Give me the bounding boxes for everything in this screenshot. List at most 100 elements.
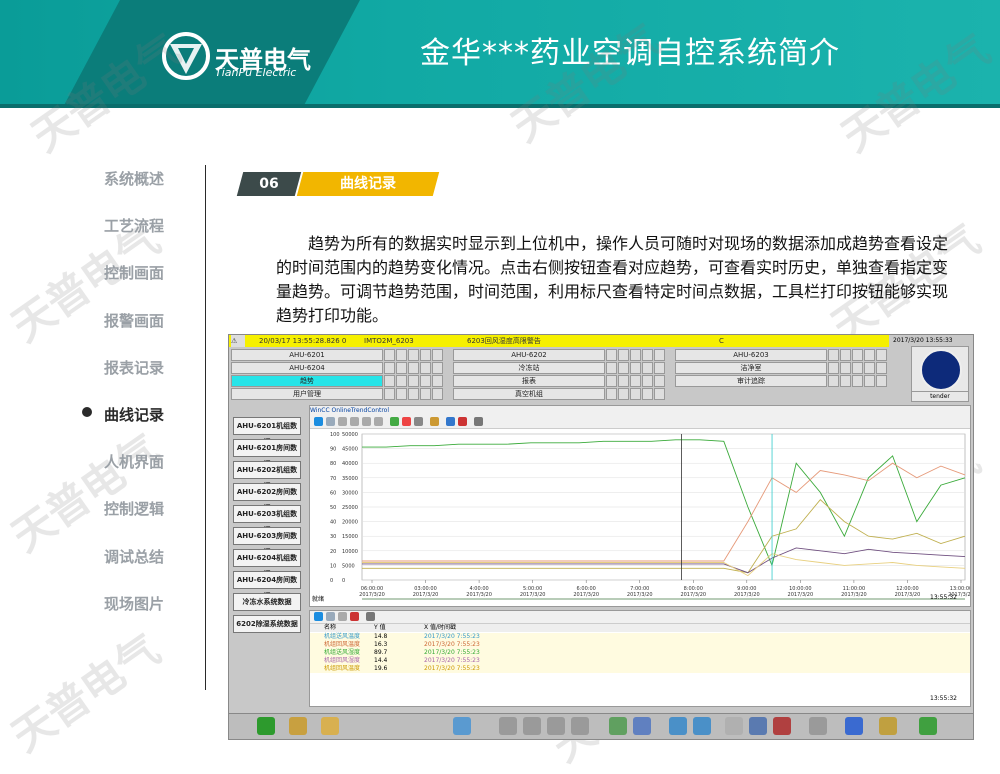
nav-square[interactable]: [828, 349, 839, 361]
first-icon[interactable]: [338, 417, 347, 426]
nav-square[interactable]: [618, 388, 629, 400]
folder-icon[interactable]: [289, 717, 307, 735]
forward-icon[interactable]: [693, 717, 711, 735]
open-icon[interactable]: [321, 717, 339, 735]
key-icon[interactable]: [879, 717, 897, 735]
sidebar-item-commissioning[interactable]: 调试总结: [104, 546, 204, 570]
nav-square[interactable]: [654, 388, 665, 400]
sidebar-item-overview[interactable]: 系统概述: [104, 168, 204, 192]
prev-icon[interactable]: [350, 417, 359, 426]
nav-square[interactable]: [642, 362, 653, 374]
nav-square[interactable]: [642, 349, 653, 361]
nav-square[interactable]: [408, 349, 419, 361]
nav-square[interactable]: [630, 362, 641, 374]
data-button-ahu6204-room[interactable]: AHU-6204房间数据: [233, 571, 301, 600]
table-row[interactable]: 机组送风温度 14.8 2017/3/20 7:55:23: [310, 633, 970, 641]
nav-button-user-management[interactable]: 用户管理: [231, 388, 383, 400]
nav-button-ahu6204[interactable]: AHU-6204: [231, 362, 383, 374]
nav-button-cleanroom[interactable]: 洁净室: [675, 362, 827, 374]
nav-button-ahu6202[interactable]: AHU-6202: [453, 349, 605, 361]
sync-icon[interactable]: [633, 717, 651, 735]
refresh-icon[interactable]: [609, 717, 627, 735]
nav-square[interactable]: [420, 388, 431, 400]
nav-square[interactable]: [876, 375, 887, 387]
nav-button-report[interactable]: 报表: [453, 375, 605, 387]
nav-square[interactable]: [432, 388, 443, 400]
data-button-ahu6204-unit[interactable]: AHU-6204机组数据: [233, 549, 301, 578]
nav-square[interactable]: [840, 362, 851, 374]
nav-square[interactable]: [876, 349, 887, 361]
nav-square[interactable]: [432, 375, 443, 387]
nav-square[interactable]: [840, 375, 851, 387]
sidebar-item-site-photos[interactable]: 现场图片: [104, 593, 204, 617]
arrow-down-icon[interactable]: [547, 717, 565, 735]
table-row[interactable]: 机组送风湿度 89.7 2017/3/20 7:55:23: [310, 649, 970, 657]
nav-square[interactable]: [396, 388, 407, 400]
nav-square[interactable]: [396, 375, 407, 387]
nav-square[interactable]: [606, 388, 617, 400]
nav-square[interactable]: [618, 362, 629, 374]
nav-button-vacuum-unit[interactable]: 真空机组: [453, 388, 605, 400]
nav-square[interactable]: [606, 362, 617, 374]
data-button-ahu6202-room[interactable]: AHU-6202房间数据: [233, 483, 301, 512]
nav-square[interactable]: [618, 349, 629, 361]
nav-square[interactable]: [384, 362, 395, 374]
nav-button-ahu6201[interactable]: AHU-6201: [231, 349, 383, 361]
nav-square[interactable]: [384, 388, 395, 400]
nav-square[interactable]: [654, 362, 665, 374]
nav-square[interactable]: [642, 375, 653, 387]
export-icon[interactable]: [453, 717, 471, 735]
report-icon[interactable]: [725, 717, 743, 735]
nav-square[interactable]: [654, 375, 665, 387]
nav-square[interactable]: [630, 388, 641, 400]
data-button-ahu6203-room[interactable]: AHU-6203房间数据: [233, 527, 301, 556]
table-config-icon[interactable]: [326, 612, 335, 621]
start-icon[interactable]: [458, 417, 467, 426]
nav-button-ahu6203[interactable]: AHU-6203: [675, 349, 827, 361]
nav-square[interactable]: [630, 375, 641, 387]
stop-icon[interactable]: [446, 417, 455, 426]
nav-button-trend[interactable]: 趋势: [231, 375, 383, 387]
data-button-ahu6203-unit[interactable]: AHU-6203机组数据: [233, 505, 301, 534]
info-icon[interactable]: [845, 717, 863, 735]
nav-button-chiller[interactable]: 冷冻站: [453, 362, 605, 374]
arrow-up-icon[interactable]: [523, 717, 541, 735]
nav-square[interactable]: [396, 349, 407, 361]
sidebar-item-alarm-screen[interactable]: 报警画面: [104, 310, 204, 334]
next-icon[interactable]: [362, 417, 371, 426]
nav-square[interactable]: [384, 349, 395, 361]
help-icon[interactable]: [314, 417, 323, 426]
data-button-ahu6202-unit[interactable]: AHU-6202机组数据: [233, 461, 301, 490]
print-icon[interactable]: [474, 417, 483, 426]
nav-square[interactable]: [408, 388, 419, 400]
print-icon[interactable]: [809, 717, 827, 735]
nav-square[interactable]: [642, 388, 653, 400]
nav-square[interactable]: [432, 349, 443, 361]
sidebar-item-report[interactable]: 报表记录: [104, 357, 204, 381]
delete-icon[interactable]: [773, 717, 791, 735]
nav-square[interactable]: [864, 362, 875, 374]
config-icon[interactable]: [326, 417, 335, 426]
table-print-icon[interactable]: [366, 612, 375, 621]
data-button-chilled-water[interactable]: 冷冻水系统数据: [233, 593, 301, 611]
table-row[interactable]: 机组回风湿度 14.4 2017/3/20 7:55:23: [310, 657, 970, 665]
last-icon[interactable]: [374, 417, 383, 426]
back-icon[interactable]: [669, 717, 687, 735]
nav-square[interactable]: [654, 349, 665, 361]
clock-icon[interactable]: [430, 417, 439, 426]
nav-square[interactable]: [852, 362, 863, 374]
zoom-icon[interactable]: [390, 417, 399, 426]
nav-square[interactable]: [396, 362, 407, 374]
nav-square[interactable]: [606, 349, 617, 361]
nav-square[interactable]: [828, 375, 839, 387]
nav-square[interactable]: [828, 362, 839, 374]
sidebar-item-hmi[interactable]: 人机界面: [104, 451, 204, 475]
ok-icon[interactable]: [919, 717, 937, 735]
table-select-icon[interactable]: [338, 612, 347, 621]
move-icon[interactable]: [414, 417, 423, 426]
arrow-right-icon[interactable]: [571, 717, 589, 735]
nav-square[interactable]: [420, 362, 431, 374]
nav-square[interactable]: [408, 375, 419, 387]
ruler-icon[interactable]: [402, 417, 411, 426]
table-start-icon[interactable]: [350, 612, 359, 621]
